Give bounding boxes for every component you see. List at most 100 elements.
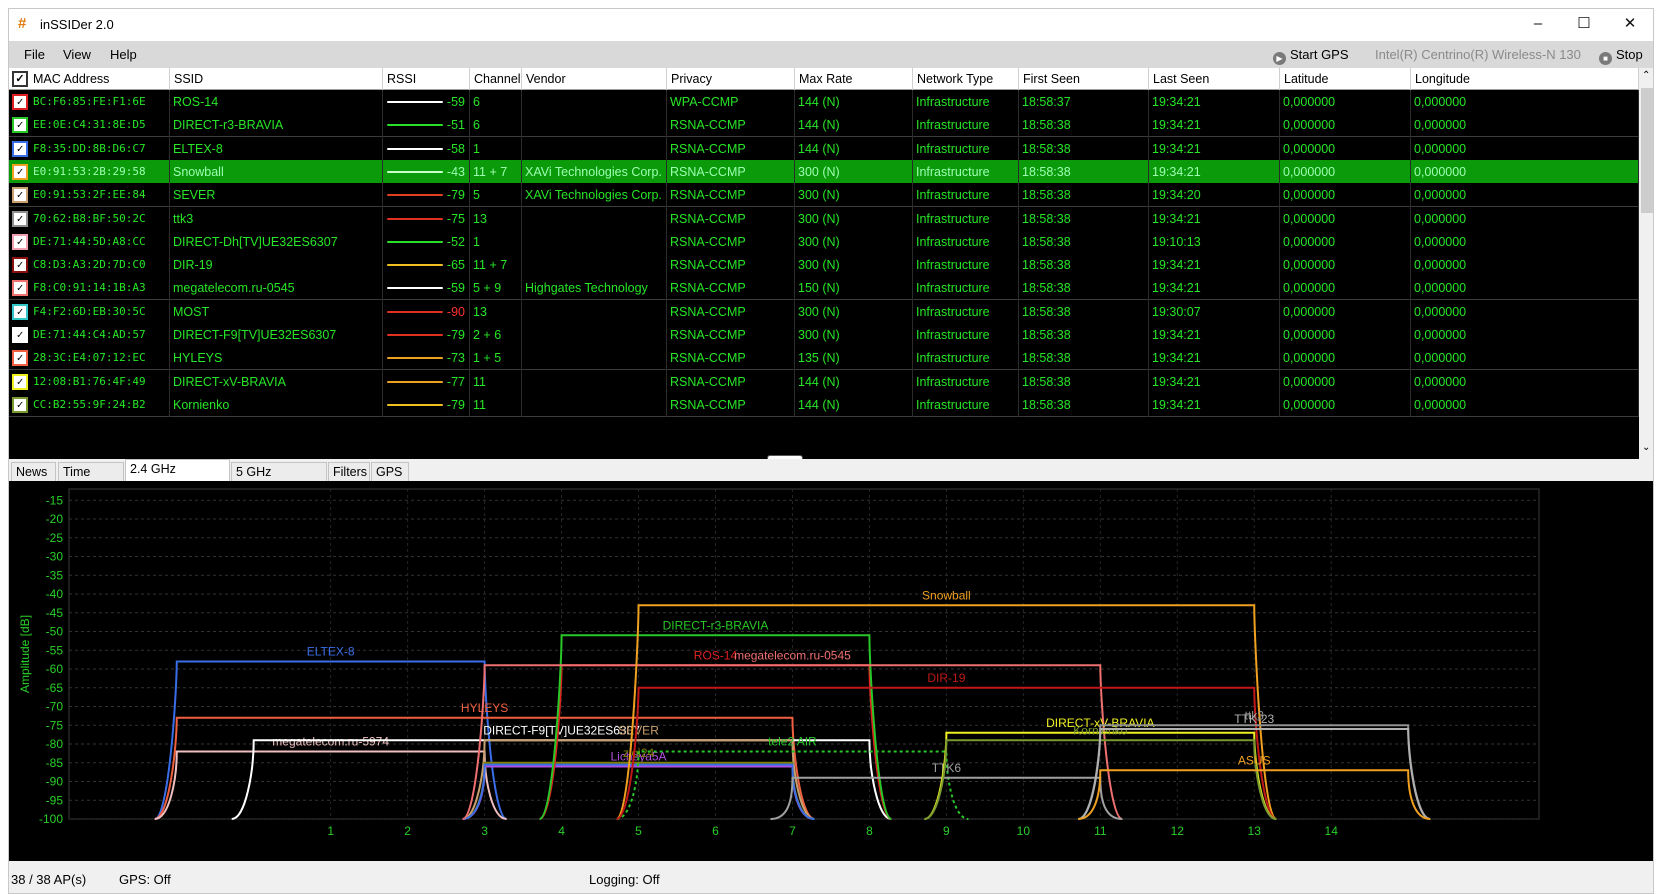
y-tick-label: -95 — [46, 793, 64, 807]
tab-5ghz-channels[interactable]: 5 GHz Channels — [231, 462, 327, 497]
row-checkbox[interactable]: ✓ — [12, 210, 28, 227]
row-checkbox[interactable]: ✓ — [12, 187, 28, 204]
rssi-sparkline — [387, 287, 443, 290]
column-header[interactable]: Max Rate — [795, 68, 913, 90]
cell-privacy: RSNA-CCMP — [667, 113, 795, 138]
y-tick-label: -90 — [46, 775, 64, 789]
menu-view[interactable]: View — [63, 47, 91, 62]
row-checkbox[interactable]: ✓ — [12, 373, 28, 390]
tab-time-graph[interactable]: Time Graph — [58, 462, 124, 497]
scroll-down-icon[interactable]: ⌄ — [1642, 442, 1650, 453]
rssi-value: -79 — [446, 328, 465, 342]
cell-first: 18:58:38 — [1019, 229, 1149, 254]
table-row[interactable]: ✓ F4:F2:6D:EB:30:5C MOST -90 13 RSNA-CCMP 300 … — [9, 299, 1639, 324]
maximize-icon[interactable]: ☐ — [1561, 9, 1607, 41]
tab-filters[interactable]: Filters — [328, 462, 370, 481]
column-header[interactable]: ✓ MAC Address — [9, 68, 170, 90]
stop-button[interactable]: ■ Stop — [1599, 47, 1643, 65]
column-header[interactable]: Last Seen — [1149, 68, 1280, 90]
mac-address: E0:91:53:2F:EE:84 — [33, 188, 146, 202]
table-row[interactable]: ✓ BC:F6:85:FE:F1:6E ROS-14 -59 6 WPA-CCMP 144 … — [9, 90, 1639, 114]
table-row[interactable]: ✓ E0:91:53:2F:EE:84 SEVER -79 5 XAVi Technolo… — [9, 183, 1639, 208]
menu-help[interactable]: Help — [110, 47, 137, 62]
row-checkbox[interactable]: ✓ — [12, 140, 28, 157]
cell-lon: 0,000000 — [1411, 159, 1639, 184]
row-checkbox[interactable]: ✓ — [12, 163, 28, 180]
table-row[interactable]: ✓ F8:C0:91:14:1B:A3 megatelecom.ru-0545 -59… — [9, 276, 1639, 301]
cell-lon: 0,000000 — [1411, 392, 1639, 417]
cell-first: 18:58:38 — [1019, 113, 1149, 138]
select-all-checkbox[interactable]: ✓ — [12, 71, 28, 87]
row-checkbox[interactable]: ✓ — [12, 257, 28, 274]
column-header[interactable]: Vendor — [522, 68, 667, 90]
cell-channel: 5 — [470, 183, 522, 208]
rssi-value: -59 — [446, 281, 465, 296]
column-header[interactable]: SSID — [170, 68, 383, 90]
tab-gps[interactable]: GPS — [371, 462, 409, 481]
cell-type: Infrastructure — [913, 276, 1019, 301]
cell-type: Infrastructure — [913, 253, 1019, 278]
column-header[interactable]: Privacy — [667, 68, 795, 90]
cell-vendor — [522, 206, 667, 231]
row-checkbox[interactable]: ✓ — [12, 280, 28, 297]
row-checkbox[interactable]: ✓ — [12, 94, 28, 110]
start-gps-button[interactable]: ▶ Start GPS — [1273, 47, 1349, 65]
column-header[interactable]: RSSI — [383, 68, 470, 90]
menu-file[interactable]: File — [24, 47, 45, 62]
cell-last: 19:34:21 — [1149, 113, 1280, 138]
minimize-icon[interactable]: – — [1515, 9, 1561, 41]
cell-vendor: XAVi Technologies Corp. — [522, 183, 667, 208]
row-checkbox[interactable]: ✓ — [12, 350, 28, 367]
scroll-thumb[interactable] — [1641, 88, 1653, 213]
row-checkbox[interactable]: ✓ — [12, 303, 28, 320]
start-gps-label: Start GPS — [1290, 47, 1349, 62]
row-checkbox[interactable]: ✓ — [12, 117, 28, 134]
table-row[interactable]: ✓ E0:91:53:2B:29:58 Snowball -43 11 + 7 XAVi … — [9, 159, 1639, 184]
cell-vendor: XAVi Technologies Corp. — [522, 159, 667, 184]
title-bar: # inSSIDer 2.0 – ☐ ✕ — [9, 9, 1653, 41]
network-label: DIRECT-r3-BRAVIA — [663, 618, 769, 632]
column-header[interactable]: Channel — [470, 68, 522, 90]
cell-lon: 0,000000 — [1411, 206, 1639, 231]
cell-ssid: Snowball — [170, 159, 383, 184]
close-icon[interactable]: ✕ — [1607, 9, 1653, 41]
scroll-up-icon[interactable]: ⌃ — [1642, 70, 1650, 81]
table-row[interactable]: ✓ CC:B2:55:9F:24:B2 Kornienko -79 11 RSNA-CCM… — [9, 392, 1639, 417]
column-header[interactable]: Network Type — [913, 68, 1019, 90]
tab-24ghz-channels[interactable]: 2.4 GHz Channels — [125, 459, 230, 494]
cell-rate: 300 (N) — [795, 229, 913, 254]
x-tick-label: 6 — [712, 824, 719, 838]
network-label: TTK-23 — [1234, 712, 1274, 726]
table-scrollbar[interactable]: ⌃ ⌄ — [1639, 68, 1653, 459]
cell-first: 18:58:37 — [1019, 90, 1149, 114]
rssi-sparkline — [387, 194, 443, 197]
cell-ssid: HYLEYS — [170, 346, 383, 371]
row-checkbox[interactable]: ✓ — [12, 233, 28, 250]
mac-address: 70:62:B8:BF:50:2C — [33, 211, 146, 225]
table-row[interactable]: ✓ 12:08:B1:76:4F:49 DIRECT-xV-BRAVIA -77 11 R… — [9, 369, 1639, 394]
y-tick-label: -80 — [46, 737, 64, 751]
table-row[interactable]: ✓ 70:62:B8:BF:50:2C ttk3 -75 13 RSNA-CCMP 300 … — [9, 206, 1639, 231]
cell-privacy: RSNA-CCMP — [667, 276, 795, 301]
row-checkbox[interactable]: ✓ — [12, 327, 28, 343]
cell-mac: ✓ E0:91:53:2F:EE:84 — [9, 183, 170, 208]
cell-channel: 11 — [470, 369, 522, 394]
row-checkbox[interactable]: ✓ — [12, 396, 28, 413]
table-row[interactable]: ✓ C8:D3:A3:2D:7D:C0 DIR-19 -65 11 + 7 RSNA-CC… — [9, 253, 1639, 278]
table-header: ✓ MAC Address SSID RSSI Channel Vendor Privacy… — [9, 68, 1639, 90]
table-row[interactable]: ✓ EE:0E:C4:31:8E:D5 DIRECT-r3-BRAVIA -51 6 RS… — [9, 113, 1639, 138]
table-row[interactable]: ✓ 28:3C:E4:07:12:EC HYLEYS -73 1 + 5 RSNA-CCM… — [9, 346, 1639, 371]
cell-last: 19:34:21 — [1149, 90, 1280, 114]
tab-news[interactable]: News — [11, 462, 56, 481]
column-header[interactable]: First Seen — [1019, 68, 1149, 90]
cell-lon: 0,000000 — [1411, 136, 1639, 161]
cell-privacy: RSNA-CCMP — [667, 229, 795, 254]
column-header[interactable]: Latitude — [1280, 68, 1411, 90]
column-header[interactable]: Longitude — [1411, 68, 1639, 90]
cell-lon: 0,000000 — [1411, 113, 1639, 138]
adapter-select[interactable]: Intel(R) Centrino(R) Wireless-N 130 — [1375, 47, 1581, 62]
cell-lon: 0,000000 — [1411, 90, 1639, 114]
table-row[interactable]: ✓ DE:71:44:5D:A8:CC DIRECT-Dh[TV]UE32ES630… — [9, 229, 1639, 254]
table-row[interactable]: ✓ DE:71:44:C4:AD:57 DIRECT-F9[TV]UE32ES630… — [9, 323, 1639, 347]
table-row[interactable]: ✓ F8:35:DD:8B:D6:C7 ELTEX-8 -58 1 RSNA-CCMP 14… — [9, 136, 1639, 161]
